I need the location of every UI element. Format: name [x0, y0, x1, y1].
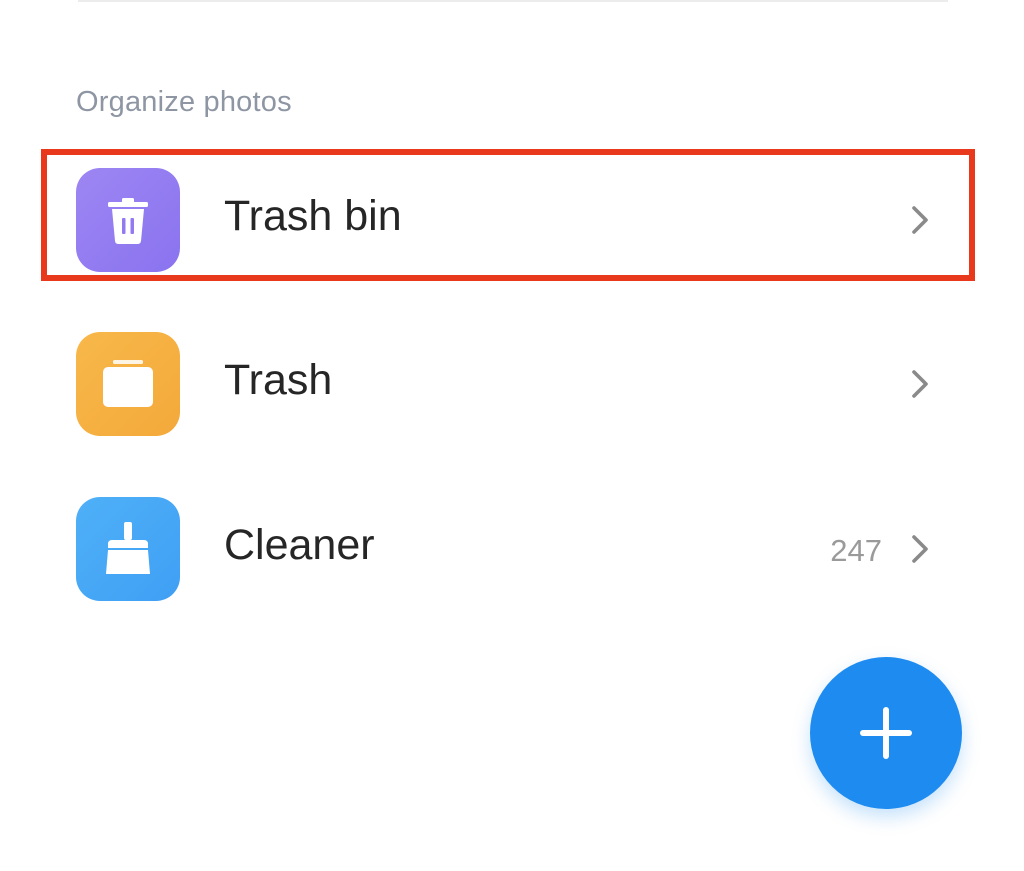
- chevron-right-icon: [912, 535, 928, 563]
- list-item-label: Cleaner: [224, 521, 375, 569]
- chevron-right-icon: [912, 370, 928, 398]
- top-divider: [78, 0, 948, 2]
- list-item-trash[interactable]: Trash: [48, 322, 974, 450]
- list-item-label: Trash: [224, 356, 333, 404]
- broom-icon: [106, 522, 150, 574]
- section-header: Organize photos: [76, 86, 292, 118]
- add-button[interactable]: [810, 657, 962, 809]
- list-item-cleaner[interactable]: Cleaner 247: [48, 487, 974, 615]
- highlight-box: [41, 149, 975, 281]
- folder-tray-icon: [103, 360, 153, 407]
- cleaner-tile: [76, 497, 180, 601]
- trash-tile: [76, 332, 180, 436]
- plus-icon: [860, 707, 912, 759]
- list-item-count: 247: [830, 533, 882, 568]
